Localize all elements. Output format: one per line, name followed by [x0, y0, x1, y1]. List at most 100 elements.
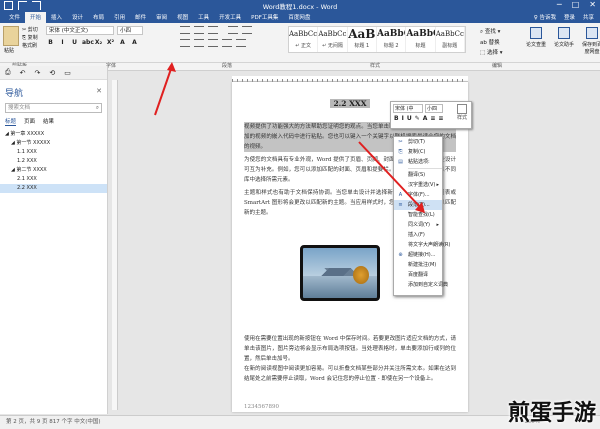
mini-format-button[interactable]: ≡ [430, 115, 435, 122]
style-item[interactable]: AaBbC 标题 2 [377, 27, 407, 52]
redo-icon[interactable]: ↷ [34, 69, 40, 77]
numbering-icon[interactable] [194, 26, 204, 34]
style-item[interactable]: AaBbCcDc ↵ 无间隔 [318, 27, 348, 52]
view-icon[interactable]: ▭ [64, 69, 71, 77]
menu-item-icon [397, 232, 404, 238]
nav-tree-item[interactable]: 1.2 XXX [0, 157, 107, 166]
ribbon-tab[interactable]: 引用 [109, 12, 130, 23]
style-item[interactable]: AaB 标题 1 [348, 27, 377, 52]
share-button[interactable]: 共享 [583, 13, 594, 21]
ribbon-tab[interactable]: 邮件 [130, 12, 151, 23]
minimize-button[interactable]: ─ [557, 0, 562, 9]
nav-tab[interactable]: 标题 [5, 117, 17, 126]
font-format-button[interactable]: A [130, 39, 139, 46]
refresh-icon[interactable]: ⟲ [49, 69, 55, 77]
document-image[interactable] [300, 245, 380, 301]
addin-button[interactable]: 论文助手 [553, 27, 575, 55]
ribbon-tab[interactable]: 文件 [4, 12, 25, 23]
nav-tree-item[interactable]: 2.1 XXX [0, 175, 107, 184]
nav-tree-item[interactable]: 1.1 XXX [0, 148, 107, 157]
ribbon-tab[interactable]: 开始 [25, 12, 47, 23]
context-menu-item[interactable]: 将文字大声朗读(R) [394, 240, 450, 250]
justify-icon[interactable] [222, 39, 232, 47]
font-format-button[interactable]: U [70, 39, 79, 46]
mini-format-button[interactable]: I [402, 115, 404, 122]
nav-tree-item[interactable]: 2.2 XXX [0, 184, 107, 193]
nav-tab[interactable]: 结果 [43, 117, 54, 126]
nav-tree-item[interactable]: ◢ 第一节 XXXXX [0, 139, 107, 148]
mini-size-select[interactable]: 小四 [425, 104, 443, 113]
font-name-select[interactable]: 宋体 (中文正文) [46, 26, 114, 35]
search-icon[interactable]: ⌕ [96, 104, 99, 113]
style-item[interactable]: AaBbCcDc ↵ 正文 [289, 27, 319, 52]
style-item[interactable]: AaBbCc 副标题 [436, 27, 465, 52]
addin-icon [558, 27, 570, 39]
ribbon-tab[interactable]: 设计 [67, 12, 88, 23]
style-name: 副标题 [442, 43, 458, 49]
align-right-icon[interactable] [208, 39, 218, 47]
format-painter-button[interactable]: 格式刷 [22, 42, 37, 49]
paragraph-4[interactable]: 使用在需要位置出现的新按钮在 Word 中保存时间。若要更改图片适应文档的方式，… [244, 334, 456, 364]
style-preview: AaBbCcDc [289, 30, 318, 38]
nav-tab[interactable]: 页面 [24, 117, 35, 126]
nav-tree-item[interactable]: ◢ 第二节 XXXX [0, 166, 107, 175]
addin-button[interactable]: 论文查重 [525, 27, 547, 55]
align-left-icon[interactable] [180, 39, 190, 47]
context-menu-item[interactable]: 插入(F) [394, 230, 442, 240]
ribbon-tab[interactable]: 视图 [172, 12, 193, 23]
tell-me-input[interactable]: ♀ 告诉我 [534, 13, 556, 21]
font-format-button[interactable]: abc [82, 39, 94, 46]
mini-format-button[interactable]: A [423, 115, 428, 122]
ribbon-tab[interactable]: 开发工具 [214, 12, 246, 23]
line-spacing-icon[interactable] [236, 39, 246, 47]
decrease-indent-icon[interactable] [228, 26, 238, 34]
ribbon-tab[interactable]: PDF工具集 [246, 12, 283, 23]
menu-item-icon [397, 262, 404, 268]
close-button[interactable]: ✕ [589, 0, 596, 9]
context-menu-item[interactable]: 同义词(Y) ▸ [394, 220, 442, 230]
paste-button[interactable]: 粘贴 [4, 47, 14, 54]
increase-indent-icon[interactable] [242, 26, 252, 34]
context-menu-item[interactable]: ⊕ 超链接(H)... [394, 250, 442, 260]
font-format-button[interactable]: X² [106, 39, 115, 46]
ribbon-tab[interactable]: 插入 [46, 12, 67, 23]
maximize-button[interactable]: □ [572, 0, 580, 9]
style-item[interactable]: AaBbC 标题 [406, 27, 436, 52]
nav-search-input[interactable]: 搜索文档 ⌕ [5, 103, 102, 113]
multilevel-list-icon[interactable] [208, 26, 218, 34]
mini-format-button[interactable]: ≡ [438, 115, 443, 122]
sign-in-link[interactable]: 登录 [564, 13, 575, 21]
context-menu-item[interactable]: 添加到自定义词典 [394, 280, 448, 290]
find-button[interactable]: ⌕ 查找 ▾ [480, 27, 520, 36]
font-format-button[interactable]: I [58, 39, 67, 46]
font-format-button[interactable]: X₂ [94, 39, 103, 46]
font-size-select[interactable]: 小四 [117, 26, 143, 35]
align-center-icon[interactable] [194, 39, 204, 47]
ribbon-tab[interactable]: 百度网盘 [283, 12, 315, 23]
ribbon-tab[interactable]: 布局 [88, 12, 109, 23]
paste-icon[interactable] [3, 26, 19, 46]
print-icon[interactable]: ⎙ [5, 68, 11, 77]
bullets-icon[interactable] [180, 26, 190, 34]
mini-styles-button[interactable]: 样式 [455, 104, 469, 121]
paragraph-5[interactable]: 在新的阅读视图中阅读更加容易。可以折叠文档某些部分并关注所需文本。如果在达到结尾… [244, 364, 456, 384]
addin-button[interactable]: 保存到百度网盘 [581, 27, 600, 55]
cut-button[interactable]: ✂ 剪切 [22, 26, 38, 33]
replace-button[interactable]: ab 替换 [480, 38, 520, 46]
copy-button[interactable]: ⎘ 复制 [22, 34, 38, 41]
mini-font-select[interactable]: 宋体 (中 [393, 104, 423, 113]
select-button[interactable]: ⬚ 选择 ▾ [480, 48, 520, 56]
mini-format-button[interactable]: U [407, 115, 412, 122]
font-format-button[interactable]: B [46, 39, 55, 46]
nav-tree-item[interactable]: ◢ 第一章 XXXXX [0, 130, 107, 139]
mini-format-button[interactable]: ✎ [415, 115, 420, 122]
ribbon-tab[interactable]: 审阅 [151, 12, 172, 23]
undo-icon[interactable]: ↶ [20, 69, 26, 77]
font-format-button[interactable]: A [118, 39, 127, 46]
nav-tree: ◢ 第一章 XXXXX ◢ 第一节 XXXXX 1.1 XXX 1.2 XXX ◢ 第二… [0, 130, 107, 193]
context-menu-item[interactable]: 新建批注(M) [394, 260, 442, 270]
mini-format-button[interactable]: B [394, 115, 399, 122]
nav-close-icon[interactable]: ✕ [96, 87, 102, 95]
ribbon-tab[interactable]: 工具 [193, 12, 214, 23]
context-menu-item[interactable]: 百度翻译 [394, 270, 442, 280]
